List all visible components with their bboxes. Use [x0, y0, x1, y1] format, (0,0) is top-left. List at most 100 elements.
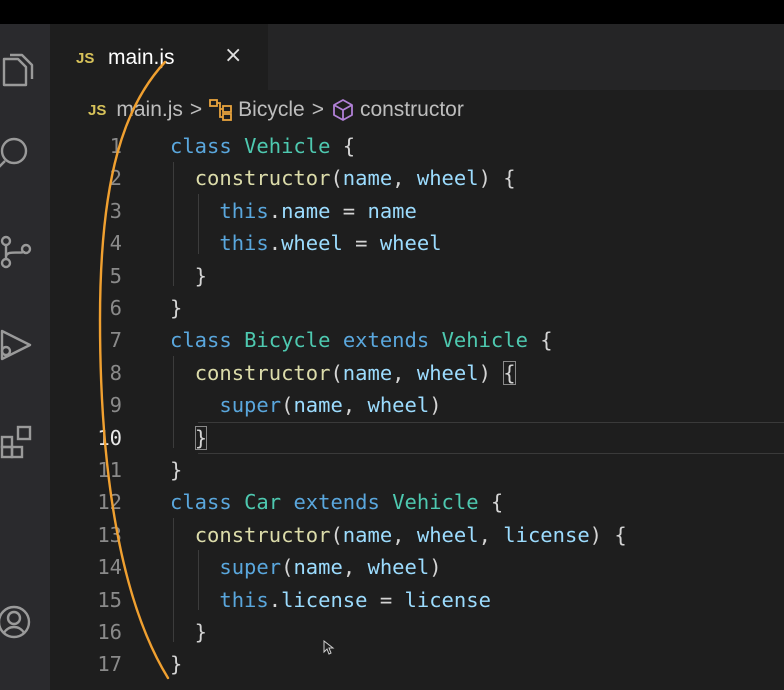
code-text: } — [170, 292, 182, 324]
code-text: class Vehicle { — [170, 130, 355, 162]
code-text: } — [170, 422, 208, 454]
code-text: constructor(name, wheel) { — [170, 162, 516, 194]
code-token: super — [219, 555, 282, 580]
code-line[interactable]: 10 } — [50, 422, 784, 454]
code-token: Bicycle — [244, 328, 331, 353]
code-line[interactable]: 7 class Bicycle extends Vehicle { — [50, 324, 784, 356]
code-line[interactable]: 12 class Car extends Vehicle { — [50, 486, 784, 518]
code-token: class — [170, 328, 232, 353]
code-token: ( — [281, 555, 294, 580]
code-token: . — [268, 198, 282, 223]
code-token: constructor — [194, 360, 331, 385]
breadcrumb-item-file[interactable]: main.js — [116, 98, 183, 122]
code-token: = — [330, 198, 368, 223]
line-number: 1 — [109, 134, 122, 158]
code-text: super(name, wheel) — [170, 389, 442, 421]
breadcrumb-item-class[interactable]: Bicycle — [238, 98, 305, 122]
code-token: , — [342, 393, 368, 418]
breadcrumb-item-method[interactable]: constructor — [360, 98, 464, 122]
code-token: ) — [429, 393, 442, 418]
code-line[interactable]: 13 constructor(name, wheel, license) { — [50, 519, 784, 551]
code-line[interactable]: 16 } — [50, 616, 784, 648]
code-token: class — [170, 490, 232, 515]
code-token: ) — [478, 360, 504, 385]
files-icon[interactable] — [0, 50, 34, 90]
code-line[interactable]: 11} — [50, 454, 784, 486]
code-line[interactable]: 6} — [50, 292, 784, 324]
source-control-icon[interactable] — [0, 232, 34, 272]
code-token: extends — [342, 328, 430, 353]
code-token: ) — [429, 555, 442, 580]
line-number: 5 — [109, 263, 122, 288]
account-icon[interactable] — [0, 602, 34, 642]
code-token: } — [170, 652, 183, 677]
mouse-pointer-icon — [323, 640, 335, 655]
code-line[interactable]: 15 this.license = license — [50, 584, 784, 616]
code-token: Vehicle — [441, 328, 528, 353]
code-token: name — [293, 555, 343, 580]
code-token: class — [170, 134, 232, 158]
code-text: } — [170, 454, 182, 486]
code-editor[interactable]: 1 class Vehicle {2 constructor(name, whee… — [50, 128, 784, 690]
code-line[interactable]: 9 super(name, wheel) — [50, 389, 784, 421]
code-token: , — [478, 522, 504, 547]
code-line[interactable]: 5 } — [50, 260, 784, 292]
tab-main-js[interactable]: JS main.js × — [50, 24, 268, 90]
code-line[interactable]: 17} — [50, 648, 784, 680]
code-token: constructor — [194, 522, 331, 547]
code-token: license — [404, 587, 491, 612]
code-text: class Car extends Vehicle { — [170, 486, 503, 518]
code-text: } — [170, 648, 182, 680]
code-token: ) { — [589, 522, 627, 547]
code-line[interactable]: 4 this.wheel = wheel — [50, 227, 784, 259]
line-number: 9 — [109, 393, 122, 418]
extensions-icon[interactable] — [0, 422, 34, 462]
search-icon[interactable] — [0, 134, 34, 174]
code-token: } — [170, 263, 208, 288]
breadcrumb: JS main.js > Bicycle > constructor — [88, 96, 464, 124]
js-file-icon: JS — [76, 50, 95, 67]
code-token: constructor — [194, 166, 331, 191]
code-text: super(name, wheel) — [170, 551, 442, 583]
code-token: . — [268, 587, 282, 612]
code-token: license — [281, 587, 368, 612]
line-number: 13 — [97, 522, 122, 547]
code-line[interactable]: 2 constructor(name, wheel) { — [50, 162, 784, 194]
line-number: 16 — [97, 620, 122, 644]
code-token: , — [342, 555, 368, 580]
code-token: this — [219, 587, 269, 612]
code-token: { — [527, 328, 553, 353]
run-debug-icon[interactable] — [0, 324, 34, 364]
code-token: super — [219, 393, 282, 418]
code-token: = — [342, 231, 380, 256]
tab-bar: JS main.js × — [50, 24, 784, 90]
code-text: class Bicycle extends Vehicle { — [170, 324, 553, 356]
code-line[interactable]: 8 constructor(name, wheel) { — [50, 357, 784, 389]
code-line[interactable]: 14 super(name, wheel) — [50, 551, 784, 583]
line-number: 4 — [109, 231, 122, 256]
code-line[interactable]: 3 this.name = name — [50, 195, 784, 227]
code-token: wheel — [416, 522, 479, 547]
code-token: } — [170, 458, 183, 482]
code-text: } — [170, 260, 207, 292]
line-number: 12 — [97, 490, 122, 515]
code-line[interactable]: 1 class Vehicle { — [50, 130, 784, 162]
close-icon[interactable]: × — [224, 43, 242, 68]
line-number: 14 — [97, 555, 122, 580]
code-token: } — [170, 296, 183, 320]
code-token: name — [342, 522, 393, 547]
line-number: 8 — [109, 360, 122, 385]
code-text: } — [170, 616, 207, 648]
line-number: 10 — [97, 425, 122, 450]
line-number: 7 — [109, 328, 122, 353]
breadcrumb-separator: > — [311, 98, 324, 121]
code-token: name — [281, 198, 331, 223]
code-token: { — [478, 490, 504, 515]
